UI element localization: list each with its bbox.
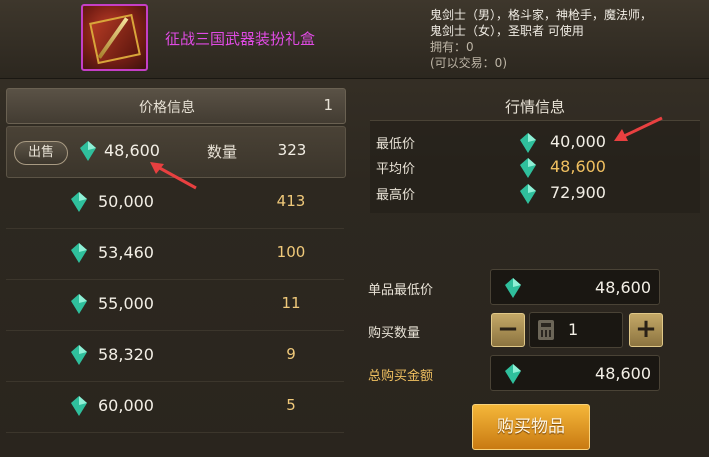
price-row[interactable]: 55,000 11 — [6, 280, 344, 331]
row-price: 50,000 — [98, 192, 154, 211]
unit-min-price-label: 单品最低价 — [368, 283, 434, 298]
row-price: 55,000 — [98, 294, 154, 313]
row-price: 60,000 — [98, 396, 154, 415]
price-row[interactable]: 53,460 100 — [6, 229, 344, 280]
total-price-field: 48,600 — [490, 355, 660, 391]
row-price: 58,320 — [98, 345, 154, 364]
gem-icon — [520, 184, 536, 204]
min-price-label: 最低价 — [376, 137, 416, 152]
row-qty: 11 — [281, 294, 301, 312]
gem-icon — [71, 243, 87, 263]
item-owned: 拥有：0 — [430, 40, 474, 54]
row-price: 48,600 — [104, 141, 160, 160]
gem-icon — [71, 345, 87, 365]
qty-value: 1 — [568, 320, 579, 339]
row-qty: 323 — [277, 141, 307, 159]
annotation-arrow-icon — [614, 116, 663, 141]
buy-qty-label: 购买数量 — [368, 326, 421, 341]
min-price-value: 40,000 — [550, 132, 606, 151]
avg-price-value: 48,600 — [550, 157, 606, 176]
qty-input[interactable]: 1 — [529, 312, 623, 348]
row-qty: 5 — [286, 396, 296, 414]
market-title: 行情信息 — [504, 98, 565, 116]
row-qty-label: 数量 — [207, 143, 238, 161]
item-classes-line2: 鬼剑士（女），圣职者 可使用 — [430, 24, 584, 38]
calculator-icon[interactable] — [538, 320, 554, 340]
gem-icon — [71, 396, 87, 416]
gem-icon — [505, 278, 521, 298]
gem-icon — [80, 141, 96, 161]
row-price: 53,460 — [98, 243, 154, 262]
gem-icon — [520, 158, 536, 178]
avg-price-label: 平均价 — [376, 162, 416, 177]
row-qty: 100 — [276, 243, 306, 261]
item-header: 征战三国武器装扮礼盒 鬼剑士（男），格斗家，神枪手，魔法师， 鬼剑士（女），圣职… — [0, 0, 709, 79]
row-qty: 413 — [276, 192, 306, 210]
gem-icon — [520, 133, 536, 153]
unit-min-price-field: 48,600 — [490, 269, 660, 305]
gift-box-icon — [81, 4, 148, 71]
gem-icon — [71, 192, 87, 212]
annotation-arrow-icon — [150, 162, 197, 190]
buy-item-button[interactable]: 购买物品 — [472, 404, 590, 450]
price-row[interactable]: 58,320 9 — [6, 331, 344, 382]
item-tradable: (可以交易：0) — [430, 56, 507, 70]
item-classes-line1: 鬼剑士（男），格斗家，神枪手，魔法师， — [430, 8, 653, 22]
gem-icon — [71, 294, 87, 314]
price-row[interactable]: 60,000 5 — [6, 382, 344, 433]
item-info: 鬼剑士（男），格斗家，神枪手，魔法师， 鬼剑士（女），圣职者 可使用 拥有：0 … — [430, 7, 652, 71]
price-list-panel: 价格信息 1 出售 48,600 数量 323 50,000 413 53,46… — [6, 88, 346, 457]
page-number: 1 — [323, 96, 333, 114]
max-price-value: 72,900 — [550, 183, 606, 202]
unit-min-price-value: 48,600 — [595, 278, 651, 297]
total-price-label: 总购买金额 — [368, 369, 434, 384]
price-list-title: 价格信息 — [139, 100, 195, 116]
price-list-header: 价格信息 1 — [6, 88, 346, 124]
row-qty: 9 — [286, 345, 296, 363]
total-price-value: 48,600 — [595, 364, 651, 383]
qty-minus-button[interactable]: − — [491, 313, 525, 347]
gem-icon — [505, 364, 521, 384]
qty-plus-button[interactable]: + — [629, 313, 663, 347]
max-price-label: 最高价 — [376, 188, 416, 203]
sell-button[interactable]: 出售 — [14, 141, 68, 165]
item-name: 征战三国武器装扮礼盒 — [165, 30, 316, 48]
